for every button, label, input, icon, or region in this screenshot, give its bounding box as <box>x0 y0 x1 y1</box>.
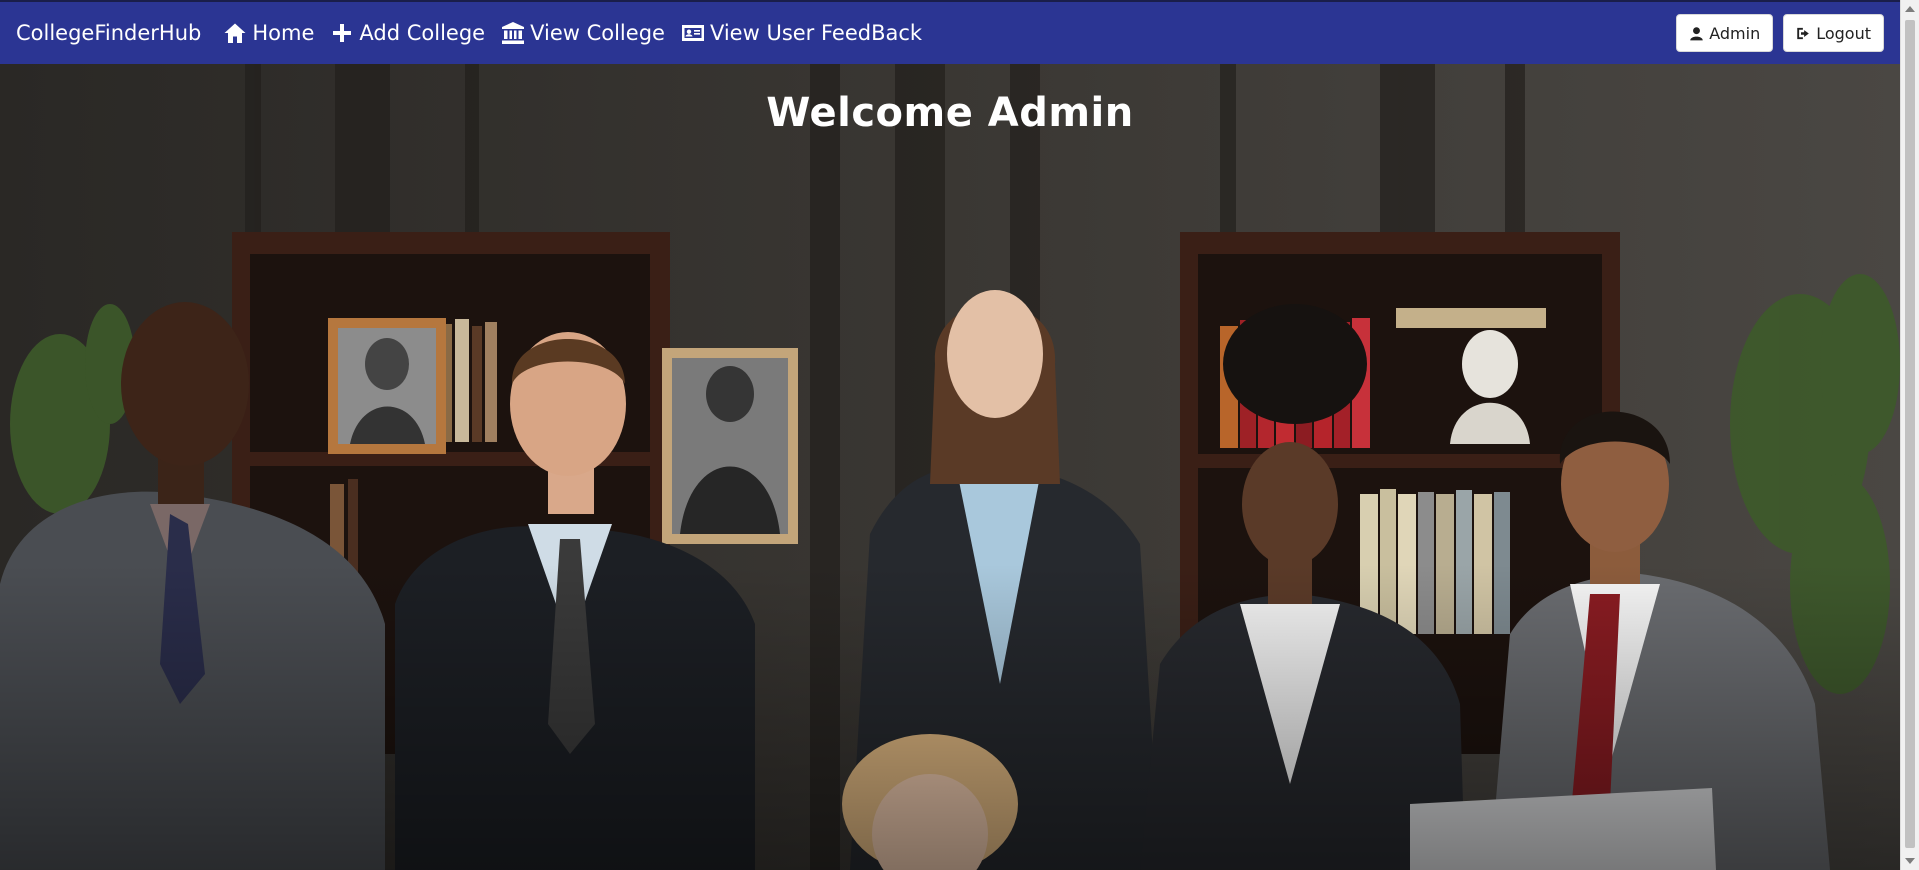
nav-view-college-label: View College <box>530 21 665 45</box>
hero-section: Welcome Admin <box>0 64 1900 870</box>
nav-view-feedback-label: View User FeedBack <box>709 21 923 45</box>
navbar-right-actions: Admin Logout <box>1676 14 1884 52</box>
sign-out-icon <box>1797 27 1810 39</box>
logout-button-label: Logout <box>1816 23 1871 43</box>
scrollbar-thumb[interactable] <box>1905 20 1915 848</box>
nav-add-college-label: Add College <box>359 21 486 45</box>
plus-icon <box>333 24 352 42</box>
home-icon <box>224 23 246 43</box>
id-card-icon <box>681 25 704 41</box>
top-navbar: CollegeFinderHub Home Add College View C… <box>0 0 1900 64</box>
user-icon <box>1690 26 1703 40</box>
nav-add-college-link[interactable]: Add College <box>330 21 485 45</box>
nav-view-feedback-link[interactable]: View User FeedBack <box>681 21 922 45</box>
welcome-heading: Welcome Admin <box>766 90 1134 136</box>
nav-home-link[interactable]: Home <box>223 21 314 45</box>
brand-link[interactable]: CollegeFinderHub <box>16 21 201 45</box>
page-scrollbar[interactable] <box>1900 0 1919 870</box>
logout-button[interactable]: Logout <box>1783 14 1884 52</box>
admin-profile-button[interactable]: Admin <box>1676 14 1774 52</box>
scroll-up-icon[interactable] <box>1905 6 1915 12</box>
hero-background-photo <box>0 64 1900 870</box>
nav-view-college-link[interactable]: View College <box>501 21 665 45</box>
scroll-down-icon[interactable] <box>1905 858 1915 864</box>
nav-home-label: Home <box>252 21 315 45</box>
institution-icon <box>502 22 525 44</box>
admin-button-label: Admin <box>1709 23 1761 43</box>
